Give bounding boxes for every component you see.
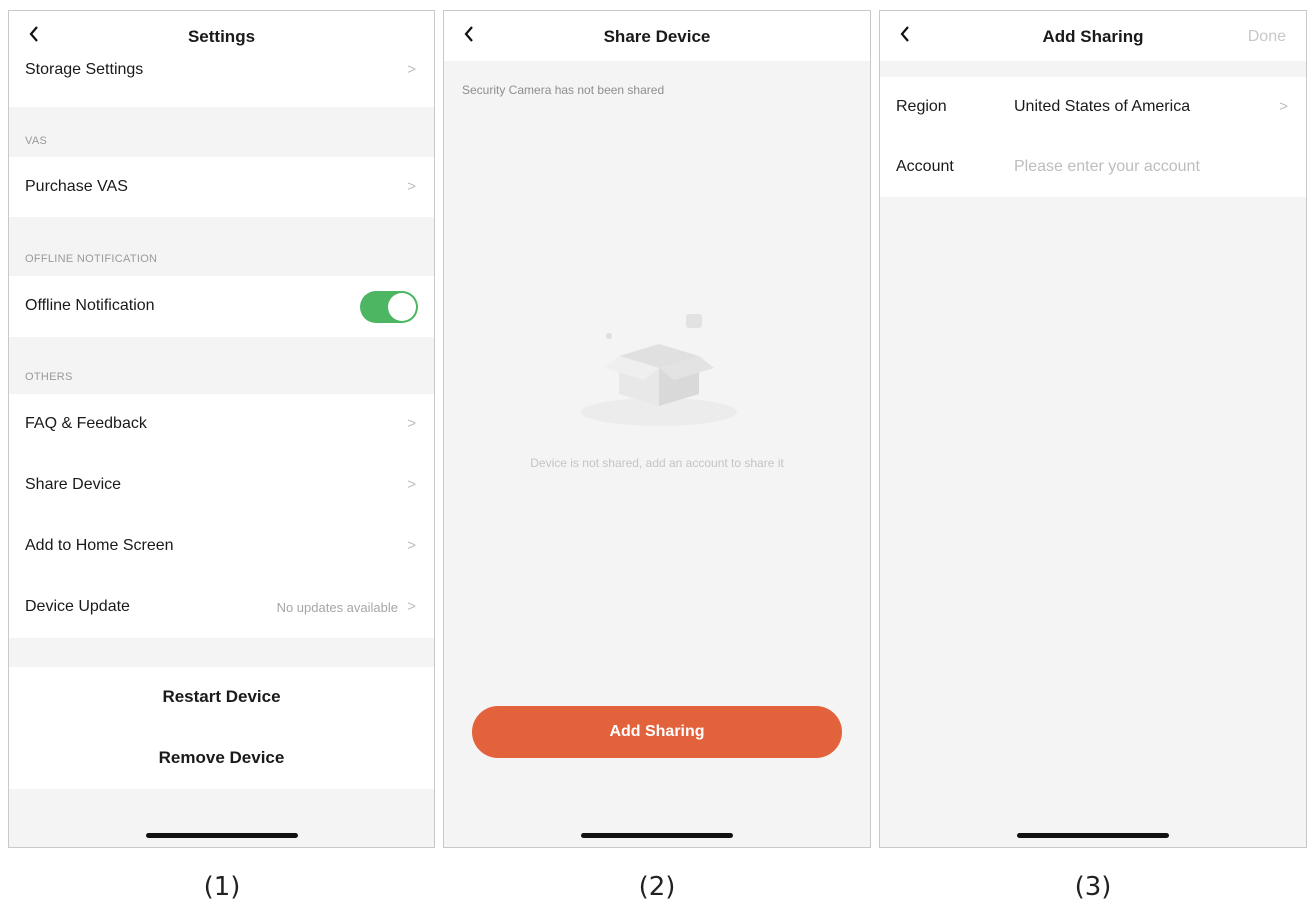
chevron-right-icon: > xyxy=(407,476,416,493)
done-button[interactable]: Done xyxy=(1248,28,1286,46)
offline-notification-label: Offline Notification xyxy=(25,297,155,314)
share-status-text: Security Camera has not been shared xyxy=(462,83,665,97)
share-navbar: Share Device xyxy=(444,11,870,61)
home-indicator xyxy=(145,833,298,838)
chevron-right-icon: > xyxy=(407,61,416,78)
faq-feedback-label: FAQ & Feedback xyxy=(25,415,147,432)
device-actions-group: Restart Device Remove Device xyxy=(9,667,434,789)
account-row: Account Please enter your account xyxy=(880,137,1306,197)
restart-device-button[interactable]: Restart Device xyxy=(9,687,434,707)
toggle-knob xyxy=(388,293,416,321)
others-group: FAQ & Feedback > Share Device > Add to H… xyxy=(9,394,434,638)
remove-device-button[interactable]: Remove Device xyxy=(9,748,434,768)
caption-3: (3) xyxy=(1074,872,1112,902)
empty-state-text: Device is not shared, add an account to … xyxy=(530,456,784,470)
share-device-screen: Share Device Security Camera has not bee… xyxy=(443,10,871,848)
section-header-others: OTHERS xyxy=(25,371,73,383)
device-update-label: Device Update xyxy=(25,598,130,615)
page-title: Add Sharing xyxy=(1042,27,1144,46)
device-update-row[interactable]: Device Update No updates available > xyxy=(9,577,434,638)
add-sharing-button[interactable]: Add Sharing xyxy=(472,706,842,758)
chevron-right-icon: > xyxy=(407,178,416,195)
share-device-row[interactable]: Share Device > xyxy=(9,455,434,516)
page-title: Settings xyxy=(187,27,256,46)
page-title: Share Device xyxy=(603,27,711,46)
offline-notification-row: Offline Notification xyxy=(9,276,434,337)
region-row[interactable]: Region United States of America > xyxy=(880,77,1306,137)
region-value: United States of America xyxy=(1014,98,1191,115)
home-indicator xyxy=(581,833,733,838)
settings-screen: Storage Settings > Settings VAS Purchase… xyxy=(8,10,435,848)
section-header-offline: OFFLINE NOTIFICATION xyxy=(25,253,158,265)
update-status: No updates available xyxy=(276,600,398,615)
storage-settings-label: Storage Settings xyxy=(25,61,144,78)
region-label: Region xyxy=(896,98,947,115)
section-header-vas: VAS xyxy=(25,135,48,147)
chevron-right-icon: > xyxy=(1279,98,1288,115)
account-input[interactable]: Please enter your account xyxy=(1014,158,1200,176)
caption-2: (2) xyxy=(638,872,676,902)
home-indicator xyxy=(1017,833,1169,838)
faq-feedback-row[interactable]: FAQ & Feedback > xyxy=(9,394,434,455)
purchase-vas-row[interactable]: Purchase VAS > xyxy=(9,157,434,217)
empty-box-icon xyxy=(581,314,737,426)
offline-notification-toggle[interactable] xyxy=(360,291,418,323)
chevron-right-icon: > xyxy=(407,598,416,615)
add-sharing-screen: Add Sharing Done Region United States of… xyxy=(879,10,1307,848)
add-home-screen-label: Add to Home Screen xyxy=(25,537,174,554)
purchase-vas-label: Purchase VAS xyxy=(25,178,128,195)
settings-navbar: Settings xyxy=(9,11,434,61)
account-label: Account xyxy=(896,158,954,175)
chevron-right-icon: > xyxy=(407,537,416,554)
chevron-right-icon: > xyxy=(407,415,416,432)
add-home-screen-row[interactable]: Add to Home Screen > xyxy=(9,516,434,577)
add-sharing-navbar: Add Sharing Done xyxy=(880,11,1306,61)
share-device-label: Share Device xyxy=(25,476,122,493)
caption-1: (1) xyxy=(203,872,241,902)
